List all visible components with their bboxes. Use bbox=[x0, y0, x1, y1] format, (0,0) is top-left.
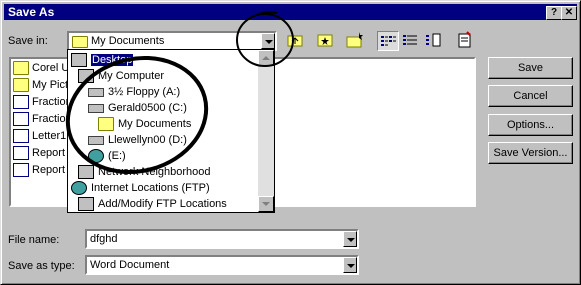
file-name-label: File name: bbox=[8, 234, 60, 246]
circle-annotation-drives bbox=[65, 55, 209, 175]
options-button[interactable]: Options... bbox=[488, 114, 573, 136]
save-version-button[interactable]: Save Version... bbox=[488, 142, 573, 164]
save-as-type-value: Word Document bbox=[90, 259, 170, 271]
chevron-down-icon[interactable] bbox=[343, 257, 357, 273]
save-button[interactable]: Save bbox=[488, 57, 573, 79]
chevron-down-icon[interactable] bbox=[343, 231, 357, 247]
cancel-button[interactable]: Cancel bbox=[488, 85, 573, 107]
save-as-type-select[interactable]: Word Document bbox=[85, 255, 359, 275]
save-as-type-label: Save as type: bbox=[8, 260, 75, 272]
circle-annotation-arrow bbox=[236, 13, 294, 67]
file-name-field[interactable]: dfghd bbox=[85, 229, 359, 249]
file-name-value: dfghd bbox=[90, 233, 118, 245]
save-as-dialog: Save As ? ✕ Save in: My Documents Corel … bbox=[0, 0, 581, 285]
